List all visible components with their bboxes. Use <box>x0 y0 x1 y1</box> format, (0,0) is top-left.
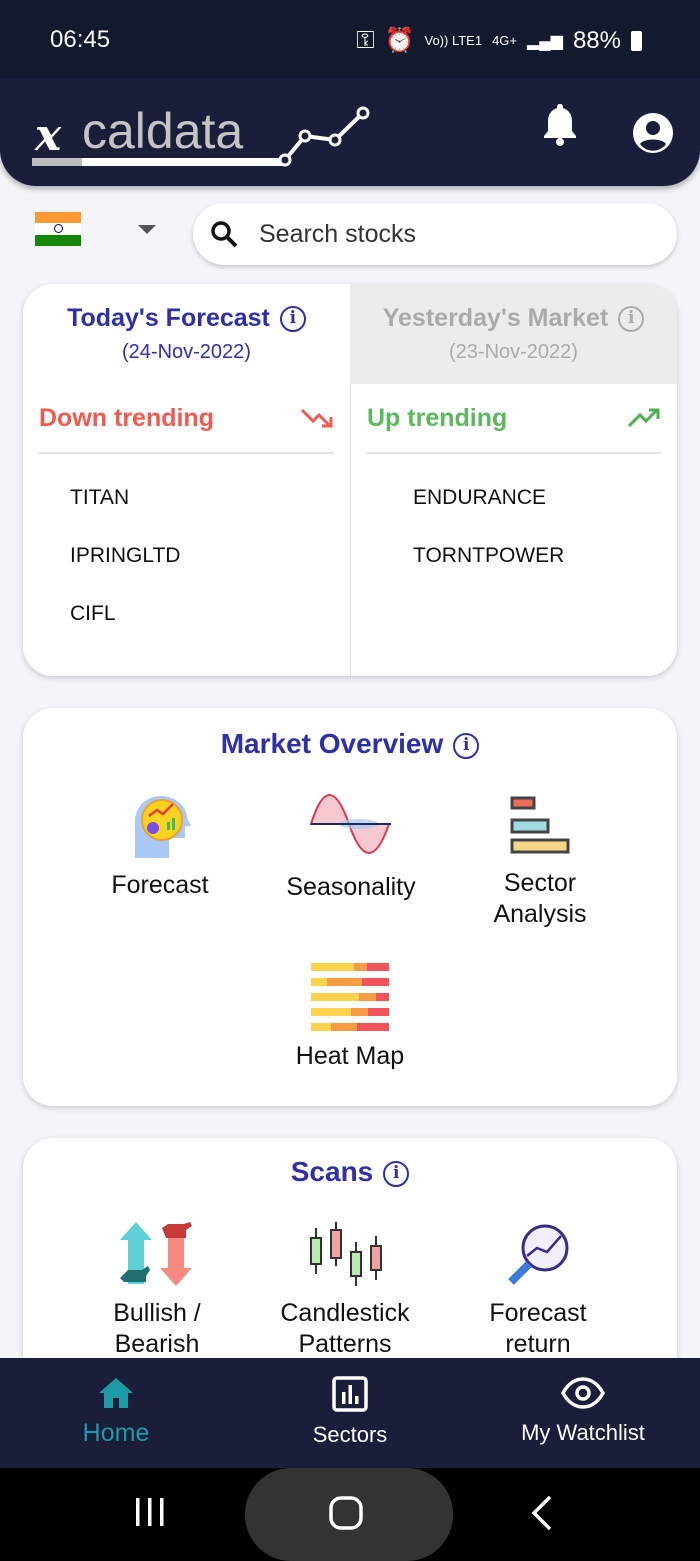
status-bar: 06:45 ⚿ ⏰ Vo)) LTE1 4G+ ▂▄▆ 88% <box>0 0 700 78</box>
app-header: x caldata <box>0 78 700 186</box>
alarm-icon: ⏰ <box>384 27 415 54</box>
forecast-return-tile[interactable]: Forecast return <box>438 1222 638 1360</box>
svg-text:x: x <box>34 110 62 161</box>
stock-item[interactable]: IPRINGLTD <box>70 544 350 568</box>
country-dropdown-icon[interactable] <box>138 225 156 234</box>
stock-item[interactable]: ENDURANCE <box>413 486 677 510</box>
data-label: 4G+ <box>492 32 517 48</box>
search-input[interactable]: Search stocks <box>193 203 677 265</box>
forecast-card: Today's Forecast i (24-Nov-2022) Yesterda… <box>23 284 677 676</box>
seasonality-tile[interactable]: Seasonality <box>251 794 451 903</box>
nav-label: Home <box>82 1419 150 1447</box>
trend-label: Up trending <box>367 403 508 432</box>
battery-text: 88% <box>572 26 621 54</box>
bottom-navigation: Home Sectors My Watchlist <box>0 1358 700 1468</box>
candlestick-icon <box>310 1222 382 1286</box>
tile-label: Seasonality <box>286 873 416 901</box>
search-placeholder: Search stocks <box>259 219 417 248</box>
account-icon[interactable] <box>632 112 674 154</box>
eye-icon <box>561 1377 605 1409</box>
trend-label: Down trending <box>39 403 214 432</box>
nav-label: My Watchlist <box>521 1420 645 1445</box>
tile-label: Bullish / Bearish <box>113 1299 201 1358</box>
bullish-bearish-tile[interactable]: Bullish / Bearish <box>57 1222 257 1360</box>
tile-label: Candlestick Patterns <box>280 1299 410 1358</box>
forecast-tile[interactable]: Forecast <box>60 794 260 901</box>
tab-date: (23-Nov-2022) <box>449 341 578 363</box>
bull-bear-arrows-icon <box>120 1222 192 1286</box>
nav-my-watchlist[interactable]: My Watchlist <box>505 1376 661 1446</box>
market-overview-card: Market Overview i Forecast Seasonality Se… <box>23 708 677 1106</box>
section-title: Scans <box>290 1156 374 1187</box>
magnifier-chart-icon <box>508 1224 569 1285</box>
info-icon[interactable]: i <box>383 1160 410 1187</box>
bell-icon[interactable] <box>540 100 580 148</box>
home-icon[interactable] <box>328 1495 364 1531</box>
sector-analysis-tile[interactable]: Sector Analysis <box>440 794 640 930</box>
network-label: Vo)) LTE1 <box>424 32 483 48</box>
heat-map-icon <box>311 963 389 1031</box>
heat-map-tile[interactable]: Heat Map <box>250 963 450 1072</box>
recent-apps-icon[interactable] <box>134 1496 166 1528</box>
tab-title: Yesterday's Market <box>382 304 609 332</box>
system-navigation-bar <box>0 1468 700 1561</box>
search-icon <box>211 221 238 248</box>
vpn-key-icon: ⚿ <box>356 26 375 54</box>
tab-date: (24-Nov-2022) <box>122 341 251 363</box>
stock-item[interactable]: TORNTPOWER <box>413 544 677 568</box>
tile-label: Forecast return <box>489 1299 587 1358</box>
ai-forecast-head-icon <box>135 796 191 858</box>
info-icon[interactable]: i <box>453 732 480 759</box>
battery-icon <box>631 30 642 51</box>
trending-up-icon <box>627 408 660 428</box>
tile-label: Sector Analysis <box>493 869 587 928</box>
section-title: Market Overview <box>220 728 444 759</box>
nav-home[interactable]: Home <box>60 1376 172 1448</box>
xcaldata-logo[interactable]: x caldata <box>30 98 380 168</box>
tab-yesterdays-market[interactable]: Yesterday's Market i (23-Nov-2022) <box>350 284 677 384</box>
down-trending-column: Down trending TITAN IPRINGLTD CIFL <box>23 384 350 676</box>
bar-chart-icon <box>510 796 570 854</box>
bar-chart-box-icon <box>332 1376 368 1412</box>
tab-todays-forecast[interactable]: Today's Forecast i (24-Nov-2022) <box>23 284 350 384</box>
tab-title: Today's Forecast <box>67 304 270 332</box>
tile-label: Heat Map <box>295 1042 405 1070</box>
trending-down-icon <box>300 408 333 428</box>
sine-wave-icon <box>309 794 391 854</box>
country-flag[interactable] <box>35 212 81 246</box>
tile-label: Forecast <box>111 871 209 899</box>
info-icon[interactable]: i <box>279 306 306 333</box>
back-icon[interactable] <box>530 1495 554 1531</box>
home-icon <box>99 1378 133 1408</box>
up-trending-column: Up trending ENDURANCE TORNTPOWER <box>350 384 677 676</box>
info-icon[interactable]: i <box>618 306 645 333</box>
candlestick-patterns-tile[interactable]: Candlestick Patterns <box>245 1222 445 1360</box>
stock-item[interactable]: TITAN <box>70 486 350 510</box>
svg-text:caldata: caldata <box>82 103 243 159</box>
stock-item[interactable]: CIFL <box>70 602 350 626</box>
nav-label: Sectors <box>312 1422 388 1447</box>
nav-sectors[interactable]: Sectors <box>290 1376 410 1448</box>
clock: 06:45 <box>50 26 111 53</box>
signal-icon: ▂▄▆ <box>527 32 563 50</box>
